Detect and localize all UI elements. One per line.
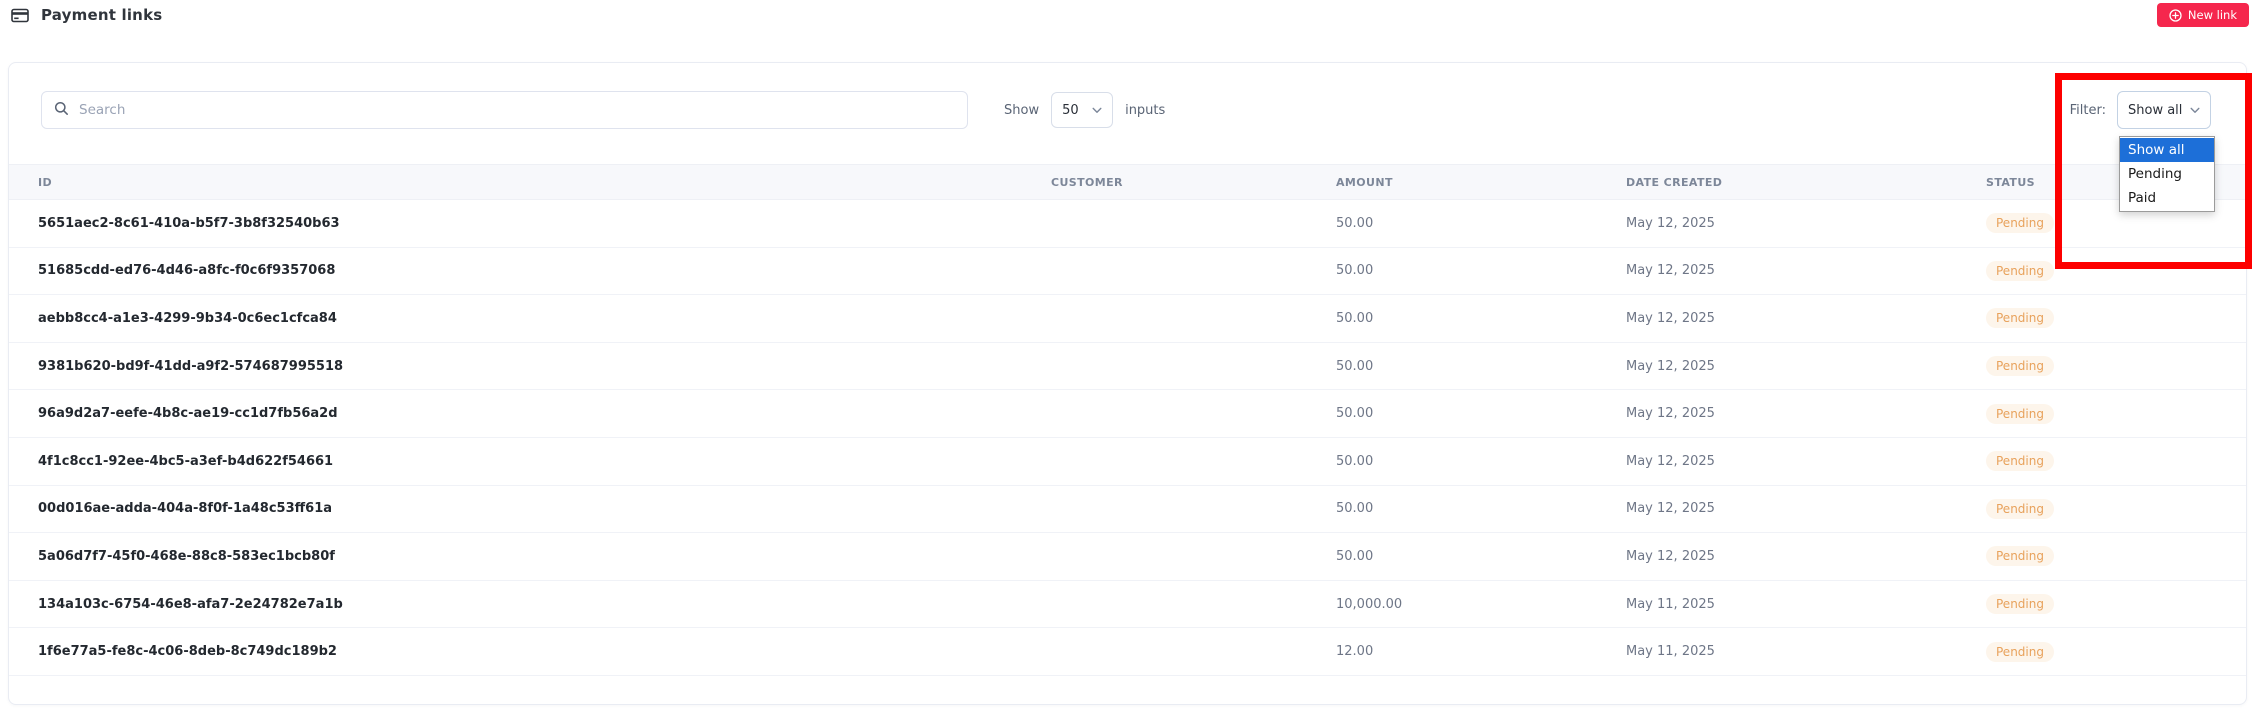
filter-dropdown-menu: Show all Pending Paid (2119, 136, 2215, 212)
chevron-down-icon (1092, 103, 1102, 118)
date-created-cell: May 12, 2025 (1626, 263, 1986, 278)
payment-link-id: 134a103c-6754-46e8-afa7-2e24782e7a1b (38, 597, 1051, 612)
page-size-group: Show 50 inputs (1004, 91, 1165, 129)
status-badge: Pending (1986, 499, 2054, 519)
table-row[interactable]: 96a9d2a7-eefe-4b8c-ae19-cc1d7fb56a2d 50.… (9, 390, 2246, 438)
amount-cell: 12.00 (1336, 644, 1626, 659)
plus-circle-icon (2169, 9, 2182, 22)
inputs-suffix-label: inputs (1125, 103, 1165, 118)
table-row[interactable]: 134a103c-6754-46e8-afa7-2e24782e7a1b 10,… (9, 581, 2246, 629)
search-icon (54, 101, 69, 120)
amount-cell: 50.00 (1336, 216, 1626, 231)
date-created-cell: May 12, 2025 (1626, 216, 1986, 231)
payment-link-id: aebb8cc4-a1e3-4299-9b34-0c6ec1cfca84 (38, 311, 1051, 326)
page-title: Payment links (41, 6, 162, 24)
chevron-down-icon (2190, 103, 2200, 118)
payment-link-id: 00d016ae-adda-404a-8f0f-1a48c53ff61a (38, 501, 1051, 516)
search-input[interactable] (79, 102, 955, 118)
status-badge: Pending (1986, 261, 2054, 281)
table-row[interactable]: 9381b620-bd9f-41dd-a9f2-574687995518 50.… (9, 343, 2246, 391)
payment-links-page: Payment links New link Show (0, 0, 2255, 714)
date-created-cell: May 11, 2025 (1626, 597, 1986, 612)
table-header-row: ID CUSTOMER AMOUNT DATE CREATED STATUS (9, 164, 2246, 200)
table-row[interactable]: 4f1c8cc1-92ee-4bc5-a3ef-b4d622f54661 50.… (9, 438, 2246, 486)
new-link-button[interactable]: New link (2157, 3, 2249, 27)
status-badge: Pending (1986, 308, 2054, 328)
filter-option[interactable]: Paid (2120, 186, 2214, 210)
status-badge: Pending (1986, 404, 2054, 424)
show-label: Show (1004, 103, 1039, 118)
column-header-amount: AMOUNT (1336, 176, 1626, 189)
page-size-value: 50 (1062, 103, 1079, 118)
table-row[interactable]: 5651aec2-8c61-410a-b5f7-3b8f32540b63 50.… (9, 200, 2246, 248)
new-link-button-label: New link (2188, 8, 2237, 22)
payment-links-card: Show 50 inputs Filter: Show all (8, 62, 2247, 705)
status-badge: Pending (1986, 451, 2054, 471)
filter-group: Filter: Show all (2070, 91, 2211, 129)
date-created-cell: May 12, 2025 (1626, 454, 1986, 469)
payment-link-id: 5a06d7f7-45f0-468e-88c8-583ec1bcb80f (38, 549, 1051, 564)
page-header: Payment links New link (0, 0, 2255, 32)
date-created-cell: May 12, 2025 (1626, 406, 1986, 421)
amount-cell: 50.00 (1336, 311, 1626, 326)
filter-option[interactable]: Show all (2120, 138, 2214, 162)
table-row[interactable]: 51685cdd-ed76-4d46-a8fc-f0c6f9357068 50.… (9, 248, 2246, 296)
payment-link-id: 9381b620-bd9f-41dd-a9f2-574687995518 (38, 359, 1051, 374)
table-row[interactable]: 00d016ae-adda-404a-8f0f-1a48c53ff61a 50.… (9, 486, 2246, 534)
table-body: 5651aec2-8c61-410a-b5f7-3b8f32540b63 50.… (9, 200, 2246, 676)
payment-link-id: 1f6e77a5-fe8c-4c06-8deb-8c749dc189b2 (38, 644, 1051, 659)
table-row[interactable]: 1f6e77a5-fe8c-4c06-8deb-8c749dc189b2 12.… (9, 628, 2246, 676)
payment-link-id: 96a9d2a7-eefe-4b8c-ae19-cc1d7fb56a2d (38, 406, 1051, 421)
status-badge: Pending (1986, 213, 2054, 233)
date-created-cell: May 12, 2025 (1626, 311, 1986, 326)
date-created-cell: May 12, 2025 (1626, 549, 1986, 564)
payment-link-id: 4f1c8cc1-92ee-4bc5-a3ef-b4d622f54661 (38, 454, 1051, 469)
table-row[interactable]: 5a06d7f7-45f0-468e-88c8-583ec1bcb80f 50.… (9, 533, 2246, 581)
amount-cell: 10,000.00 (1336, 597, 1626, 612)
status-badge: Pending (1986, 642, 2054, 662)
credit-card-icon (11, 8, 29, 23)
amount-cell: 50.00 (1336, 454, 1626, 469)
status-badge: Pending (1986, 356, 2054, 376)
status-badge: Pending (1986, 546, 2054, 566)
filter-option[interactable]: Pending (2120, 162, 2214, 186)
amount-cell: 50.00 (1336, 263, 1626, 278)
search-box (41, 91, 968, 129)
table-row[interactable]: aebb8cc4-a1e3-4299-9b34-0c6ec1cfca84 50.… (9, 295, 2246, 343)
column-header-date-created: DATE CREATED (1626, 176, 1986, 189)
date-created-cell: May 12, 2025 (1626, 501, 1986, 516)
filter-select[interactable]: Show all (2117, 91, 2211, 129)
column-header-id: ID (38, 176, 1051, 189)
status-badge: Pending (1986, 594, 2054, 614)
payment-link-id: 5651aec2-8c61-410a-b5f7-3b8f32540b63 (38, 216, 1051, 231)
amount-cell: 50.00 (1336, 549, 1626, 564)
amount-cell: 50.00 (1336, 359, 1626, 374)
date-created-cell: May 12, 2025 (1626, 359, 1986, 374)
amount-cell: 50.00 (1336, 501, 1626, 516)
filter-select-value: Show all (2128, 103, 2182, 118)
filter-label: Filter: (2070, 103, 2106, 118)
amount-cell: 50.00 (1336, 406, 1626, 421)
payment-link-id: 51685cdd-ed76-4d46-a8fc-f0c6f9357068 (38, 263, 1051, 278)
page-size-select[interactable]: 50 (1051, 92, 1113, 128)
date-created-cell: May 11, 2025 (1626, 644, 1986, 659)
column-header-customer: CUSTOMER (1051, 176, 1336, 189)
